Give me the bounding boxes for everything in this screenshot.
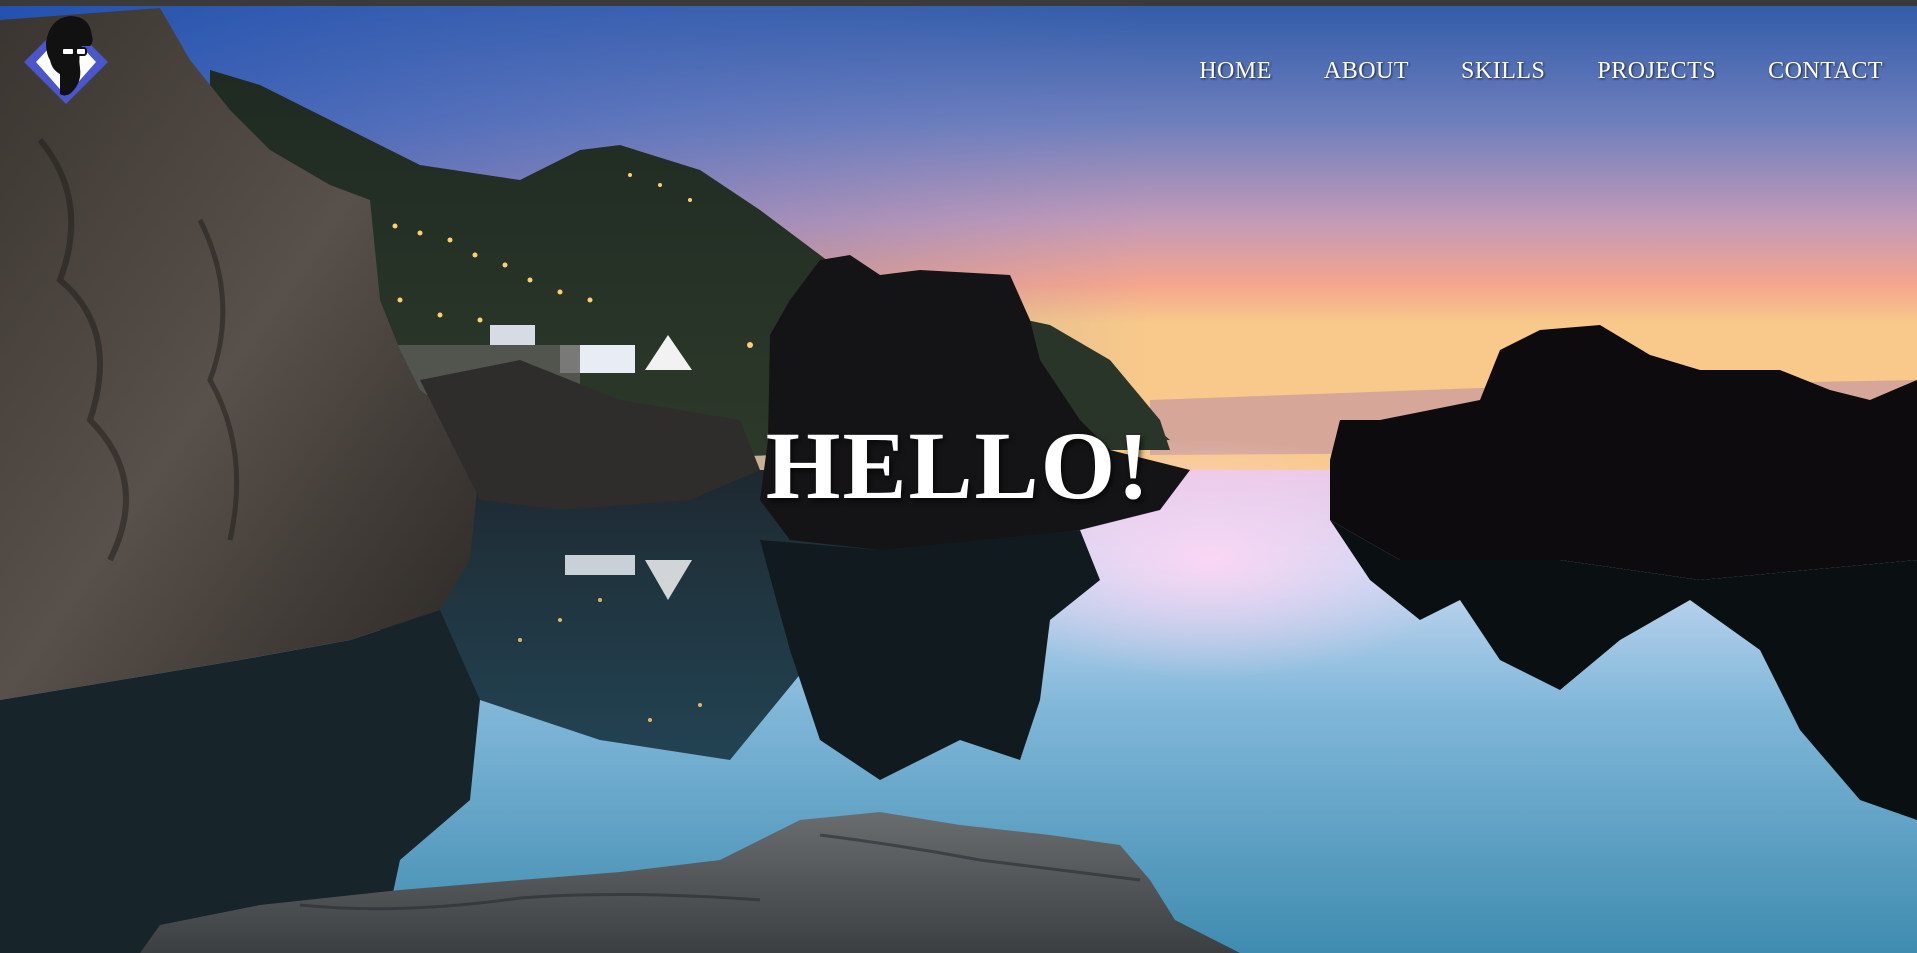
nav-skills-link[interactable]: SKILLS [1461,58,1545,85]
nav-home-link[interactable]: HOME [1199,58,1272,85]
site-logo[interactable] [20,12,112,104]
bearded-man-with-glasses-icon [24,16,108,104]
nav-projects-link[interactable]: PROJECTS [1597,58,1716,85]
browser-top-bar [0,0,1917,6]
main-navigation: HOME ABOUT SKILLS PROJECTS CONTACT [1199,58,1883,85]
hero-heading: HELLO! [765,412,1152,519]
nav-about-link[interactable]: ABOUT [1324,58,1409,85]
nav-contact-link[interactable]: CONTACT [1768,58,1883,85]
